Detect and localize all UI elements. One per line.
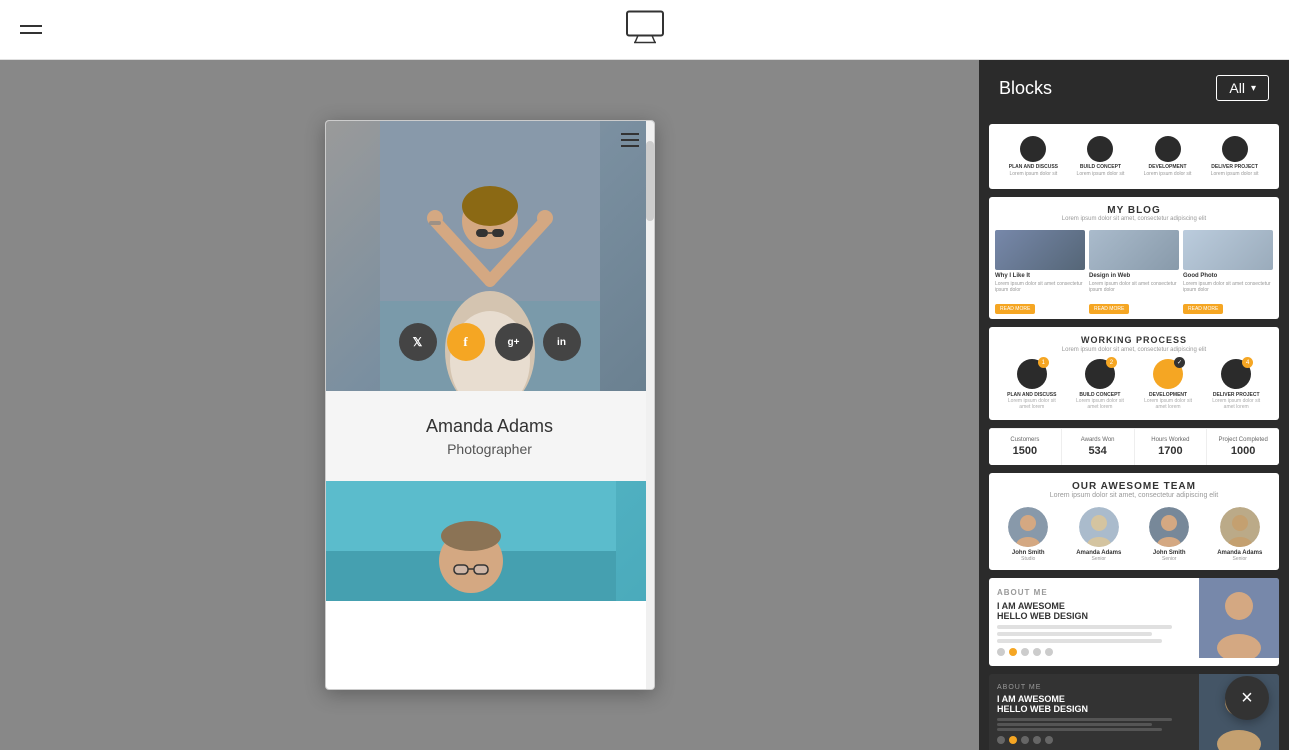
stat-awards: Awards Won 534 — [1062, 429, 1135, 465]
block-card-about-light[interactable]: ABOUT ME I AM AWESOMEHELLO WEB DESIGN — [989, 578, 1279, 666]
name-section: Amanda Adams Photographer — [326, 391, 654, 481]
google-plus-button[interactable]: g+ — [495, 323, 533, 361]
block-card-stats[interactable]: Customers 1500 Awards Won 534 Hours Work… — [989, 428, 1279, 465]
mobile-header — [326, 121, 654, 159]
team-member-2: Amanda Adams Senior — [1066, 507, 1133, 562]
person-name: Amanda Adams — [426, 416, 553, 437]
team-member-4: Amanda Adams Senior — [1207, 507, 1274, 562]
canvas-area: 𝕏 f g+ in Amanda Adams Photographer — [0, 60, 979, 750]
twitter-button[interactable]: 𝕏 — [399, 323, 437, 361]
stats-row: Customers 1500 Awards Won 534 Hours Work… — [989, 428, 1279, 465]
blog-post-3: Good Photo Lorem ipsum dolor sit amet co… — [1183, 230, 1273, 315]
stat-customers: Customers 1500 — [989, 429, 1062, 465]
sidebar-title: Blocks — [999, 78, 1052, 99]
monitor-icon — [625, 7, 665, 52]
blog-read-more-2[interactable]: READ MORE — [1089, 304, 1129, 314]
mobile-hamburger-icon[interactable] — [621, 133, 639, 147]
blog-title: MY BLOG — [999, 205, 1269, 216]
mobile-scrollbar[interactable] — [646, 121, 654, 689]
chevron-down-icon: ▾ — [1251, 83, 1256, 94]
stat-projects: Project Completed 1000 — [1207, 429, 1279, 465]
dark-about-label: ABOUT ME — [997, 684, 1191, 691]
team-members-row: John Smith Studio Amanda Adams Senior Jo… — [989, 503, 1279, 570]
block-card-working-process[interactable]: WORKING PROCESS Lorem ipsum dolor sit am… — [989, 327, 1279, 420]
main-area: 𝕏 f g+ in Amanda Adams Photographer — [0, 0, 1289, 750]
second-preview-card — [326, 481, 654, 601]
block-card-blog[interactable]: MY BLOG Lorem ipsum dolor sit amet, cons… — [989, 197, 1279, 319]
mobile-preview: 𝕏 f g+ in Amanda Adams Photographer — [325, 120, 655, 690]
block-card-team[interactable]: OUR AWESOME TEAM Lorem ipsum dolor sit a… — [989, 473, 1279, 570]
team-title: OUR AWESOME TEAM — [999, 481, 1269, 492]
team-member-1: John Smith Studio — [995, 507, 1062, 562]
team-member-3: John Smith Senior — [1136, 507, 1203, 562]
blog-read-more-1[interactable]: READ MORE — [995, 304, 1035, 314]
linkedin-button[interactable]: in — [543, 323, 581, 361]
dark-about-title: I AM AWESOMEHELLO WEB DESIGN — [997, 694, 1191, 714]
blog-post-2: Design in Web Lorem ipsum dolor sit amet… — [1089, 230, 1179, 315]
stat-hours: Hours Worked 1700 — [1135, 429, 1208, 465]
all-dropdown[interactable]: All ▾ — [1216, 75, 1269, 101]
block-card-process-top[interactable]: PLAN AND DISCUSS Lorem ipsum dolor sit B… — [989, 124, 1279, 189]
person-title: Photographer — [447, 441, 532, 457]
hamburger-menu[interactable] — [20, 25, 42, 34]
facebook-button[interactable]: f — [447, 323, 485, 361]
blog-post-1: Why I Like It Lorem ipsum dolor sit amet… — [995, 230, 1085, 315]
hero-section: 𝕏 f g+ in — [326, 121, 654, 391]
close-icon: × — [1241, 687, 1253, 710]
team-subtitle: Lorem ipsum dolor sit amet, consectetur … — [999, 492, 1269, 499]
fab-close-button[interactable]: × — [1225, 676, 1269, 720]
blog-read-more-3[interactable]: READ MORE — [1183, 304, 1223, 314]
app-header — [0, 0, 1289, 60]
blocks-sidebar: Blocks All ▾ PLAN AND DISCUSS Lorem ipsu… — [979, 60, 1289, 750]
about-title: I AM AWESOMEHELLO WEB DESIGN — [997, 601, 1191, 621]
about-label: ABOUT ME — [997, 588, 1191, 597]
sidebar-header: Blocks All ▾ — [979, 60, 1289, 116]
social-icons-bar: 𝕏 f g+ in — [326, 323, 654, 361]
